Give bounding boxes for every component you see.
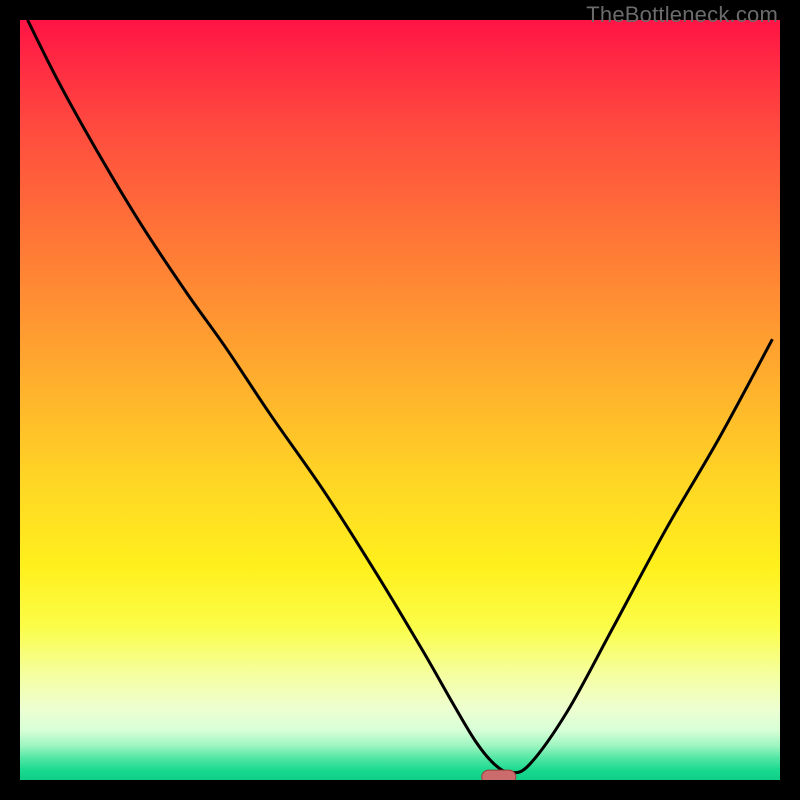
optimal-marker: [482, 770, 516, 780]
bottleneck-curve: [28, 20, 773, 773]
chart-plot-area: [20, 20, 780, 780]
watermark-text: TheBottleneck.com: [586, 2, 778, 28]
chart-svg: [20, 20, 780, 780]
